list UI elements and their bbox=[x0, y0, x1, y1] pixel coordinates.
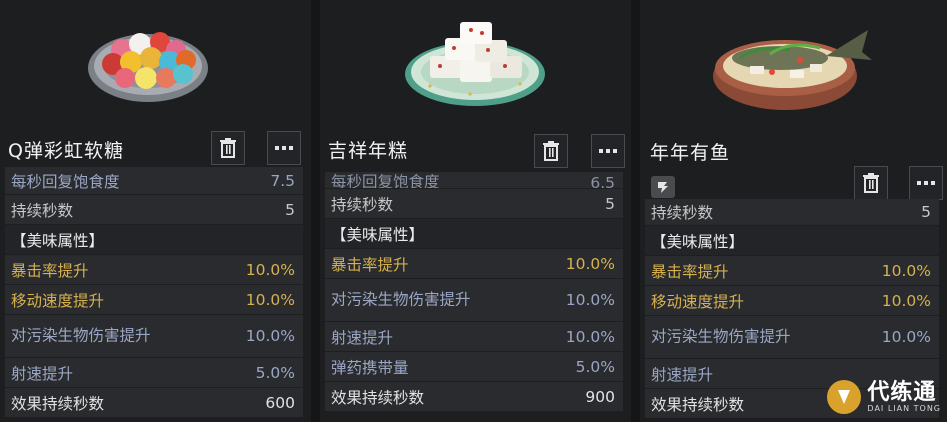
section-header: 【美味属性】 bbox=[325, 219, 623, 248]
more-button[interactable] bbox=[909, 166, 943, 200]
trash-icon bbox=[543, 141, 559, 161]
food-title: 年年有鱼 bbox=[650, 142, 731, 164]
attr-row: 移动速度提升 10.0% bbox=[5, 285, 303, 314]
attr-row: 射速提升 5.0% bbox=[5, 358, 303, 387]
food-card-fish: 年年有鱼 持续秒数 5 【美味属性】 暴击率提升 10.0% 移动速度提升 10… bbox=[640, 0, 947, 422]
divider bbox=[311, 0, 320, 422]
attr-row: 移动速度提升 10.0% bbox=[645, 286, 939, 315]
food-card-rainbow-candy: Q弹彩虹软糖 每秒回复饱食度 7.5 持续秒数 5 【美味属性】 暴击率提升 1… bbox=[0, 0, 311, 422]
attr-row: 对污染生物伤害提升 10.0% bbox=[5, 315, 303, 357]
section-header: 【美味属性】 bbox=[645, 226, 939, 255]
stat-row-duration: 持续秒数 5 bbox=[5, 195, 303, 224]
attr-row: 效果持续秒数 900 bbox=[325, 382, 623, 411]
stats-list: 每秒回复饱食度 7.5 持续秒数 5 【美味属性】 暴击率提升 10.0% 移动… bbox=[5, 167, 303, 418]
food-comparison: Q弹彩虹软糖 每秒回复饱食度 7.5 持续秒数 5 【美味属性】 暴击率提升 1… bbox=[0, 0, 947, 422]
more-button[interactable] bbox=[267, 131, 301, 165]
trash-icon bbox=[863, 173, 879, 193]
watermark-logo: 代练通 DAI LIAN TONG bbox=[827, 380, 941, 414]
delete-button[interactable] bbox=[534, 134, 568, 168]
fish-dish-image bbox=[640, 0, 947, 125]
trash-icon bbox=[220, 138, 236, 158]
food-title: 吉祥年糕 bbox=[328, 140, 409, 162]
attr-row: 暴击率提升 10.0% bbox=[325, 249, 623, 278]
stat-row-satiety: 每秒回复饱食度 6.5 bbox=[325, 172, 623, 188]
attr-row: 暴击率提升 10.0% bbox=[645, 256, 939, 285]
delete-button[interactable] bbox=[211, 131, 245, 165]
attr-row: 弹药携带量 5.0% bbox=[325, 352, 623, 381]
rainbow-candy-image bbox=[0, 0, 311, 125]
more-button[interactable] bbox=[591, 134, 625, 168]
more-icon bbox=[917, 181, 935, 185]
attr-row: 对污染生物伤害提升 10.0% bbox=[645, 316, 939, 358]
watermark-sub: DAI LIAN TONG bbox=[867, 403, 941, 413]
stat-row-satiety: 每秒回复饱食度 7.5 bbox=[5, 167, 303, 194]
attr-row: 效果持续秒数 600 bbox=[5, 388, 303, 417]
food-card-rice-cake: 吉祥年糕 每秒回复饱食度 6.5 持续秒数 5 【美味属性】 暴击率提升 10.… bbox=[320, 0, 631, 422]
stat-row-duration: 持续秒数 5 bbox=[325, 189, 623, 218]
attr-row: 暴击率提升 10.0% bbox=[5, 255, 303, 284]
food-title: Q弹彩虹软糖 bbox=[8, 140, 124, 162]
delete-button[interactable] bbox=[854, 166, 888, 200]
more-icon bbox=[275, 146, 293, 150]
stats-list: 每秒回复饱食度 6.5 持续秒数 5 【美味属性】 暴击率提升 10.0% 对污… bbox=[325, 172, 623, 412]
divider bbox=[631, 0, 640, 422]
stat-row-duration: 持续秒数 5 bbox=[645, 199, 939, 225]
attr-row: 射速提升 10.0% bbox=[325, 322, 623, 351]
attr-row: 对污染生物伤害提升 10.0% bbox=[325, 279, 623, 321]
section-header: 【美味属性】 bbox=[5, 225, 303, 254]
watermark-text: 代练通 bbox=[867, 379, 937, 405]
more-icon bbox=[599, 149, 617, 153]
rice-cake-image bbox=[320, 0, 631, 125]
logo-badge-icon bbox=[827, 380, 862, 414]
buff-icon bbox=[651, 176, 675, 198]
